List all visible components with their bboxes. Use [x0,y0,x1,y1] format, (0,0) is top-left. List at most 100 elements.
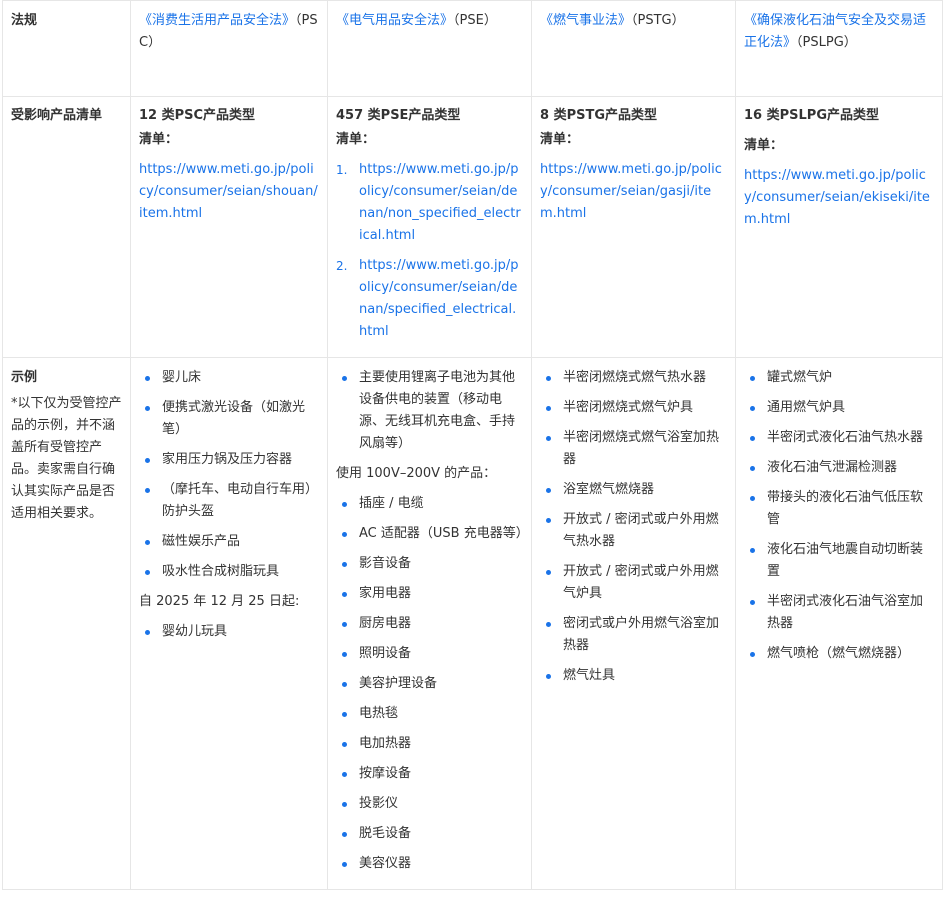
list-item-text: 半密闭式液化石油气热水器 [767,430,924,445]
list-item-text: 浴室燃气燃烧器 [563,482,655,497]
bullet-icon [750,496,755,501]
bullet-icon [145,376,150,381]
bullet-icon [750,652,755,657]
list-item: 1. https://www.meti.go.jp/policy/consume… [336,159,523,247]
list-item: 罐式燃气炉 [744,367,934,389]
list-item-text: 液化石油气泄漏检测器 [767,460,898,475]
list-item: 影音设备 [336,553,523,575]
law-abbr: （PSTG） [631,13,685,28]
list-item-text: 罐式燃气炉 [767,370,833,385]
list-item-text: 液化石油气地震自动切断装置 [767,542,924,579]
list-item: 开放式 / 密闭式或户外用燃气炉具 [540,561,727,605]
law-link-pse[interactable]: 《电气用品安全法》 [336,13,453,28]
list-item: 电加热器 [336,733,523,755]
bullet-icon [342,742,347,747]
list-item: 燃气喷枪（燃气燃烧器） [744,643,934,665]
list-url-link[interactable]: https://www.meti.go.jp/policy/consumer/s… [744,168,930,227]
regulation-table: 法规 《消费生活用产品安全法》（PSC） 《电气用品安全法》（PSE） 《燃气事… [2,0,943,890]
bullet-icon [750,436,755,441]
list-url-link[interactable]: https://www.meti.go.jp/policy/consumer/s… [540,162,722,221]
row-header: 示例 [11,370,38,385]
law-abbr: （PSE） [453,13,497,28]
list-item: 厨房电器 [336,613,523,635]
list-item-text: 婴儿床 [162,370,202,385]
examples-row: 示例 *以下仅为受管控产品的示例，并不涵盖所有受管控产品。卖家需自行确认其实际产… [2,357,943,890]
example-list: 婴儿床便携式激光设备（如激光笔） 家用压力锅及压力容器 （摩托车、电动自行车用）防护… [139,367,319,583]
voltage-note: 使用 100V–200V 的产品： [336,466,497,481]
bullet-icon [750,376,755,381]
list-item-text: 通用燃气炉具 [767,400,846,415]
list-item-text: 照明设备 [359,646,412,661]
list-item: 家用压力锅及压力容器 [139,449,319,471]
list-item: 液化石油气地震自动切断装置 [744,539,934,583]
disclaimer-note: *以下仅为受管控产品的示例，并不涵盖所有受管控产品。卖家需自行确认其实际产品是否… [11,396,122,521]
list-item: 婴儿床 [139,367,319,389]
list-item: 脱毛设备 [336,823,523,845]
list-label: 清单： [744,138,784,153]
bullet-icon [750,548,755,553]
list-item-text: 影音设备 [359,556,412,571]
law-cell-pstg: 《燃气事业法》（PSTG） [531,0,736,97]
list-item: （摩托车、电动自行车用）防护头盔 [139,479,319,523]
product-list-row: 受影响产品清单 12 类PSC产品类型 清单： https://www.meti… [2,96,943,358]
bullet-icon [750,466,755,471]
list-url-link[interactable]: https://www.meti.go.jp/policy/consumer/s… [359,162,521,243]
bullet-icon [546,674,551,679]
list-item: 磁性娱乐产品 [139,531,319,553]
bullet-icon [342,562,347,567]
law-link-psc[interactable]: 《消费生活用产品安全法》 [139,13,295,28]
examples-cell-pse: 主要使用锂离子电池为其他设备供电的装置（移动电源、无线耳机充电盒、手持风扇等） … [327,357,532,890]
list-cell-pse: 457 类PSE产品类型 清单： 1. https://www.meti.go.… [327,96,532,358]
bullet-icon [342,712,347,717]
law-link-pstg[interactable]: 《燃气事业法》 [540,13,631,28]
list-item-text: 家用电器 [359,586,412,601]
bullet-icon [546,518,551,523]
bullet-icon [145,458,150,463]
examples-cell-pslpg: 罐式燃气炉通用燃气炉具半密闭式液化石油气热水器 液化石油气泄漏检测器带接头的液化石… [735,357,943,890]
list-item-text: AC 适配器（USB 充电器等） [359,526,529,541]
list-cell-pstg: 8 类PSTG产品类型 清单： https://www.meti.go.jp/p… [531,96,736,358]
list-url-link[interactable]: https://www.meti.go.jp/policy/consumer/s… [139,162,318,221]
examples-cell-psc: 婴儿床便携式激光设备（如激光笔） 家用压力锅及压力容器 （摩托车、电动自行车用）防护… [130,357,328,890]
bullet-icon [342,832,347,837]
bullet-icon [145,488,150,493]
list-item: 插座 / 电缆 [336,493,523,515]
list-item-text: 便携式激光设备（如激光笔） [162,400,306,437]
bullet-icon [342,592,347,597]
example-list: 半密闭燃烧式燃气热水器 半密闭燃烧式燃气炉具 半密闭燃烧式燃气浴室加热器 浴室燃气燃烧… [540,367,727,687]
list-label: 清单： [336,132,376,147]
list-item: 燃气灶具 [540,665,727,687]
list-item-text: 插座 / 电缆 [359,496,424,511]
list-item-text: 半密闭燃烧式燃气浴室加热器 [563,430,720,467]
list-item-text: 磁性娱乐产品 [162,534,241,549]
bullet-icon [546,488,551,493]
list-item-text: 厨房电器 [359,616,412,631]
effective-date-note: 自 2025 年 12 月 25 日起: [139,594,300,609]
list-item: 半密闭燃烧式燃气炉具 [540,397,727,419]
list-item: 主要使用锂离子电池为其他设备供电的装置（移动电源、无线耳机充电盒、手持风扇等） [336,367,523,455]
list-item: 吸水性合成树脂玩具 [139,561,319,583]
bullet-icon [750,406,755,411]
law-cell-pse: 《电气用品安全法》（PSE） [327,0,532,97]
category-count-title: 457 类PSE产品类型 [336,108,461,123]
bullet-icon [342,682,347,687]
list-url-link[interactable]: https://www.meti.go.jp/policy/consumer/s… [359,258,519,339]
bullet-icon [342,862,347,867]
list-item-text: 半密闭式液化石油气浴室加热器 [767,594,924,631]
bullet-icon [546,622,551,627]
list-item-text: 带接头的液化石油气低压软管 [767,490,924,527]
list-cell-pslpg: 16 类PSLPG产品类型 清单： https://www.meti.go.jp… [735,96,943,358]
list-number: 2. [336,259,348,273]
examples-cell-pstg: 半密闭燃烧式燃气热水器 半密闭燃烧式燃气炉具 半密闭燃烧式燃气浴室加热器 浴室燃气燃烧… [531,357,736,890]
list-item-text: 电加热器 [359,736,412,751]
list-item: 带接头的液化石油气低压软管 [744,487,934,531]
list-header-cell: 受影响产品清单 [2,96,131,358]
bullet-icon [145,406,150,411]
list-cell-psc: 12 类PSC产品类型 清单： https://www.meti.go.jp/p… [130,96,328,358]
law-cell-pslpg: 《确保液化石油气安全及交易适正化法》（PSLPG） [735,0,943,97]
row-header: 受影响产品清单 [11,108,103,123]
example-list: 婴幼儿玩具 [139,621,319,643]
list-item-text: 开放式 / 密闭式或户外用燃气炉具 [563,564,719,601]
example-list: 主要使用锂离子电池为其他设备供电的装置（移动电源、无线耳机充电盒、手持风扇等） [336,367,523,455]
category-count-title: 8 类PSTG产品类型 [540,108,658,123]
